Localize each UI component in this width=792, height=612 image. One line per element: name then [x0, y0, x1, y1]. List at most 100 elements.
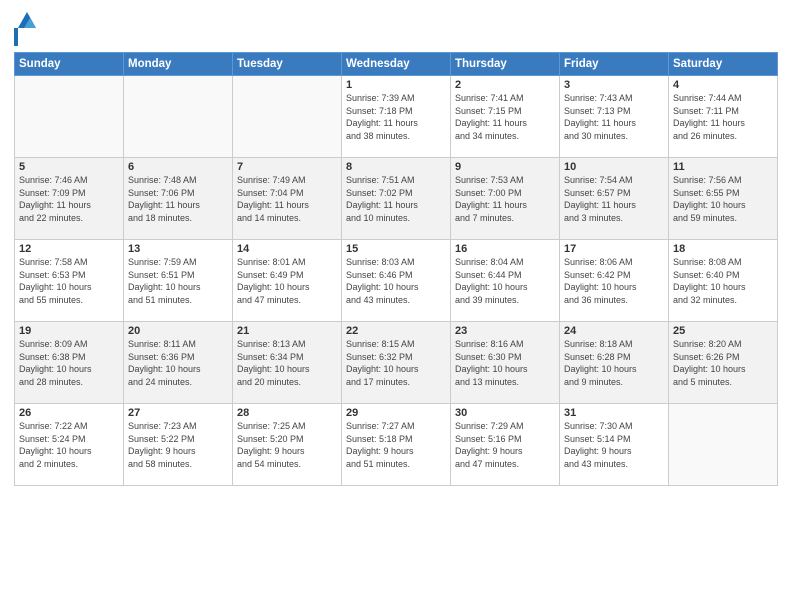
- calendar-cell: 1Sunrise: 7:39 AM Sunset: 7:18 PM Daylig…: [342, 76, 451, 158]
- calendar-cell: 28Sunrise: 7:25 AM Sunset: 5:20 PM Dayli…: [233, 404, 342, 486]
- calendar-cell: 24Sunrise: 8:18 AM Sunset: 6:28 PM Dayli…: [560, 322, 669, 404]
- day-info: Sunrise: 7:48 AM Sunset: 7:06 PM Dayligh…: [128, 174, 228, 224]
- calendar-cell: 11Sunrise: 7:56 AM Sunset: 6:55 PM Dayli…: [669, 158, 778, 240]
- calendar-cell: [124, 76, 233, 158]
- day-info: Sunrise: 7:29 AM Sunset: 5:16 PM Dayligh…: [455, 420, 555, 470]
- day-info: Sunrise: 7:41 AM Sunset: 7:15 PM Dayligh…: [455, 92, 555, 142]
- day-number: 12: [19, 243, 119, 255]
- calendar-cell: [15, 76, 124, 158]
- calendar-cell: 7Sunrise: 7:49 AM Sunset: 7:04 PM Daylig…: [233, 158, 342, 240]
- calendar-cell: 20Sunrise: 8:11 AM Sunset: 6:36 PM Dayli…: [124, 322, 233, 404]
- day-info: Sunrise: 7:44 AM Sunset: 7:11 PM Dayligh…: [673, 92, 773, 142]
- logo-area: [14, 10, 38, 46]
- day-info: Sunrise: 7:22 AM Sunset: 5:24 PM Dayligh…: [19, 420, 119, 470]
- calendar-table: SundayMondayTuesdayWednesdayThursdayFrid…: [14, 52, 778, 486]
- calendar-cell: 5Sunrise: 7:46 AM Sunset: 7:09 PM Daylig…: [15, 158, 124, 240]
- day-info: Sunrise: 8:04 AM Sunset: 6:44 PM Dayligh…: [455, 256, 555, 306]
- day-info: Sunrise: 8:16 AM Sunset: 6:30 PM Dayligh…: [455, 338, 555, 388]
- calendar-cell: 3Sunrise: 7:43 AM Sunset: 7:13 PM Daylig…: [560, 76, 669, 158]
- calendar-cell: [233, 76, 342, 158]
- day-info: Sunrise: 8:11 AM Sunset: 6:36 PM Dayligh…: [128, 338, 228, 388]
- day-number: 2: [455, 79, 555, 91]
- day-info: Sunrise: 7:39 AM Sunset: 7:18 PM Dayligh…: [346, 92, 446, 142]
- calendar-cell: 22Sunrise: 8:15 AM Sunset: 6:32 PM Dayli…: [342, 322, 451, 404]
- day-info: Sunrise: 8:06 AM Sunset: 6:42 PM Dayligh…: [564, 256, 664, 306]
- weekday-header-tuesday: Tuesday: [233, 53, 342, 76]
- calendar-cell: 13Sunrise: 7:59 AM Sunset: 6:51 PM Dayli…: [124, 240, 233, 322]
- day-number: 31: [564, 407, 664, 419]
- day-info: Sunrise: 8:13 AM Sunset: 6:34 PM Dayligh…: [237, 338, 337, 388]
- calendar-cell: 16Sunrise: 8:04 AM Sunset: 6:44 PM Dayli…: [451, 240, 560, 322]
- day-info: Sunrise: 7:49 AM Sunset: 7:04 PM Dayligh…: [237, 174, 337, 224]
- day-number: 24: [564, 325, 664, 337]
- day-number: 14: [237, 243, 337, 255]
- calendar-week-4: 19Sunrise: 8:09 AM Sunset: 6:38 PM Dayli…: [15, 322, 778, 404]
- calendar-cell: 4Sunrise: 7:44 AM Sunset: 7:11 PM Daylig…: [669, 76, 778, 158]
- day-number: 15: [346, 243, 446, 255]
- day-info: Sunrise: 7:43 AM Sunset: 7:13 PM Dayligh…: [564, 92, 664, 142]
- day-number: 17: [564, 243, 664, 255]
- day-number: 29: [346, 407, 446, 419]
- day-info: Sunrise: 7:53 AM Sunset: 7:00 PM Dayligh…: [455, 174, 555, 224]
- logo-icon: [16, 10, 38, 30]
- page-header: [14, 10, 778, 46]
- weekday-header-wednesday: Wednesday: [342, 53, 451, 76]
- calendar-cell: 25Sunrise: 8:20 AM Sunset: 6:26 PM Dayli…: [669, 322, 778, 404]
- day-number: 16: [455, 243, 555, 255]
- calendar-cell: 30Sunrise: 7:29 AM Sunset: 5:16 PM Dayli…: [451, 404, 560, 486]
- day-info: Sunrise: 7:56 AM Sunset: 6:55 PM Dayligh…: [673, 174, 773, 224]
- day-info: Sunrise: 7:27 AM Sunset: 5:18 PM Dayligh…: [346, 420, 446, 470]
- calendar-cell: 10Sunrise: 7:54 AM Sunset: 6:57 PM Dayli…: [560, 158, 669, 240]
- day-number: 1: [346, 79, 446, 91]
- calendar-cell: 19Sunrise: 8:09 AM Sunset: 6:38 PM Dayli…: [15, 322, 124, 404]
- day-info: Sunrise: 7:30 AM Sunset: 5:14 PM Dayligh…: [564, 420, 664, 470]
- calendar-cell: 17Sunrise: 8:06 AM Sunset: 6:42 PM Dayli…: [560, 240, 669, 322]
- day-number: 20: [128, 325, 228, 337]
- weekday-header-friday: Friday: [560, 53, 669, 76]
- day-info: Sunrise: 7:54 AM Sunset: 6:57 PM Dayligh…: [564, 174, 664, 224]
- day-number: 6: [128, 161, 228, 173]
- calendar-cell: 6Sunrise: 7:48 AM Sunset: 7:06 PM Daylig…: [124, 158, 233, 240]
- day-info: Sunrise: 7:51 AM Sunset: 7:02 PM Dayligh…: [346, 174, 446, 224]
- weekday-header-saturday: Saturday: [669, 53, 778, 76]
- day-number: 19: [19, 325, 119, 337]
- calendar-cell: 29Sunrise: 7:27 AM Sunset: 5:18 PM Dayli…: [342, 404, 451, 486]
- weekday-row: SundayMondayTuesdayWednesdayThursdayFrid…: [15, 53, 778, 76]
- calendar-cell: 23Sunrise: 8:16 AM Sunset: 6:30 PM Dayli…: [451, 322, 560, 404]
- calendar-cell: 12Sunrise: 7:58 AM Sunset: 6:53 PM Dayli…: [15, 240, 124, 322]
- weekday-header-monday: Monday: [124, 53, 233, 76]
- day-number: 11: [673, 161, 773, 173]
- calendar-cell: 31Sunrise: 7:30 AM Sunset: 5:14 PM Dayli…: [560, 404, 669, 486]
- day-info: Sunrise: 8:01 AM Sunset: 6:49 PM Dayligh…: [237, 256, 337, 306]
- calendar-week-1: 1Sunrise: 7:39 AM Sunset: 7:18 PM Daylig…: [15, 76, 778, 158]
- day-number: 28: [237, 407, 337, 419]
- day-number: 21: [237, 325, 337, 337]
- day-info: Sunrise: 7:46 AM Sunset: 7:09 PM Dayligh…: [19, 174, 119, 224]
- calendar-body: 1Sunrise: 7:39 AM Sunset: 7:18 PM Daylig…: [15, 76, 778, 486]
- day-info: Sunrise: 7:25 AM Sunset: 5:20 PM Dayligh…: [237, 420, 337, 470]
- day-number: 26: [19, 407, 119, 419]
- calendar-cell: 21Sunrise: 8:13 AM Sunset: 6:34 PM Dayli…: [233, 322, 342, 404]
- calendar-week-3: 12Sunrise: 7:58 AM Sunset: 6:53 PM Dayli…: [15, 240, 778, 322]
- calendar-cell: 14Sunrise: 8:01 AM Sunset: 6:49 PM Dayli…: [233, 240, 342, 322]
- day-number: 25: [673, 325, 773, 337]
- calendar-week-2: 5Sunrise: 7:46 AM Sunset: 7:09 PM Daylig…: [15, 158, 778, 240]
- day-info: Sunrise: 8:18 AM Sunset: 6:28 PM Dayligh…: [564, 338, 664, 388]
- day-info: Sunrise: 8:20 AM Sunset: 6:26 PM Dayligh…: [673, 338, 773, 388]
- day-info: Sunrise: 8:08 AM Sunset: 6:40 PM Dayligh…: [673, 256, 773, 306]
- day-info: Sunrise: 7:23 AM Sunset: 5:22 PM Dayligh…: [128, 420, 228, 470]
- calendar-header: SundayMondayTuesdayWednesdayThursdayFrid…: [15, 53, 778, 76]
- day-number: 30: [455, 407, 555, 419]
- day-number: 3: [564, 79, 664, 91]
- day-info: Sunrise: 7:58 AM Sunset: 6:53 PM Dayligh…: [19, 256, 119, 306]
- day-number: 22: [346, 325, 446, 337]
- day-number: 13: [128, 243, 228, 255]
- weekday-header-sunday: Sunday: [15, 53, 124, 76]
- day-info: Sunrise: 8:15 AM Sunset: 6:32 PM Dayligh…: [346, 338, 446, 388]
- day-number: 23: [455, 325, 555, 337]
- day-number: 5: [19, 161, 119, 173]
- day-number: 9: [455, 161, 555, 173]
- calendar-cell: 15Sunrise: 8:03 AM Sunset: 6:46 PM Dayli…: [342, 240, 451, 322]
- calendar-cell: [669, 404, 778, 486]
- day-number: 10: [564, 161, 664, 173]
